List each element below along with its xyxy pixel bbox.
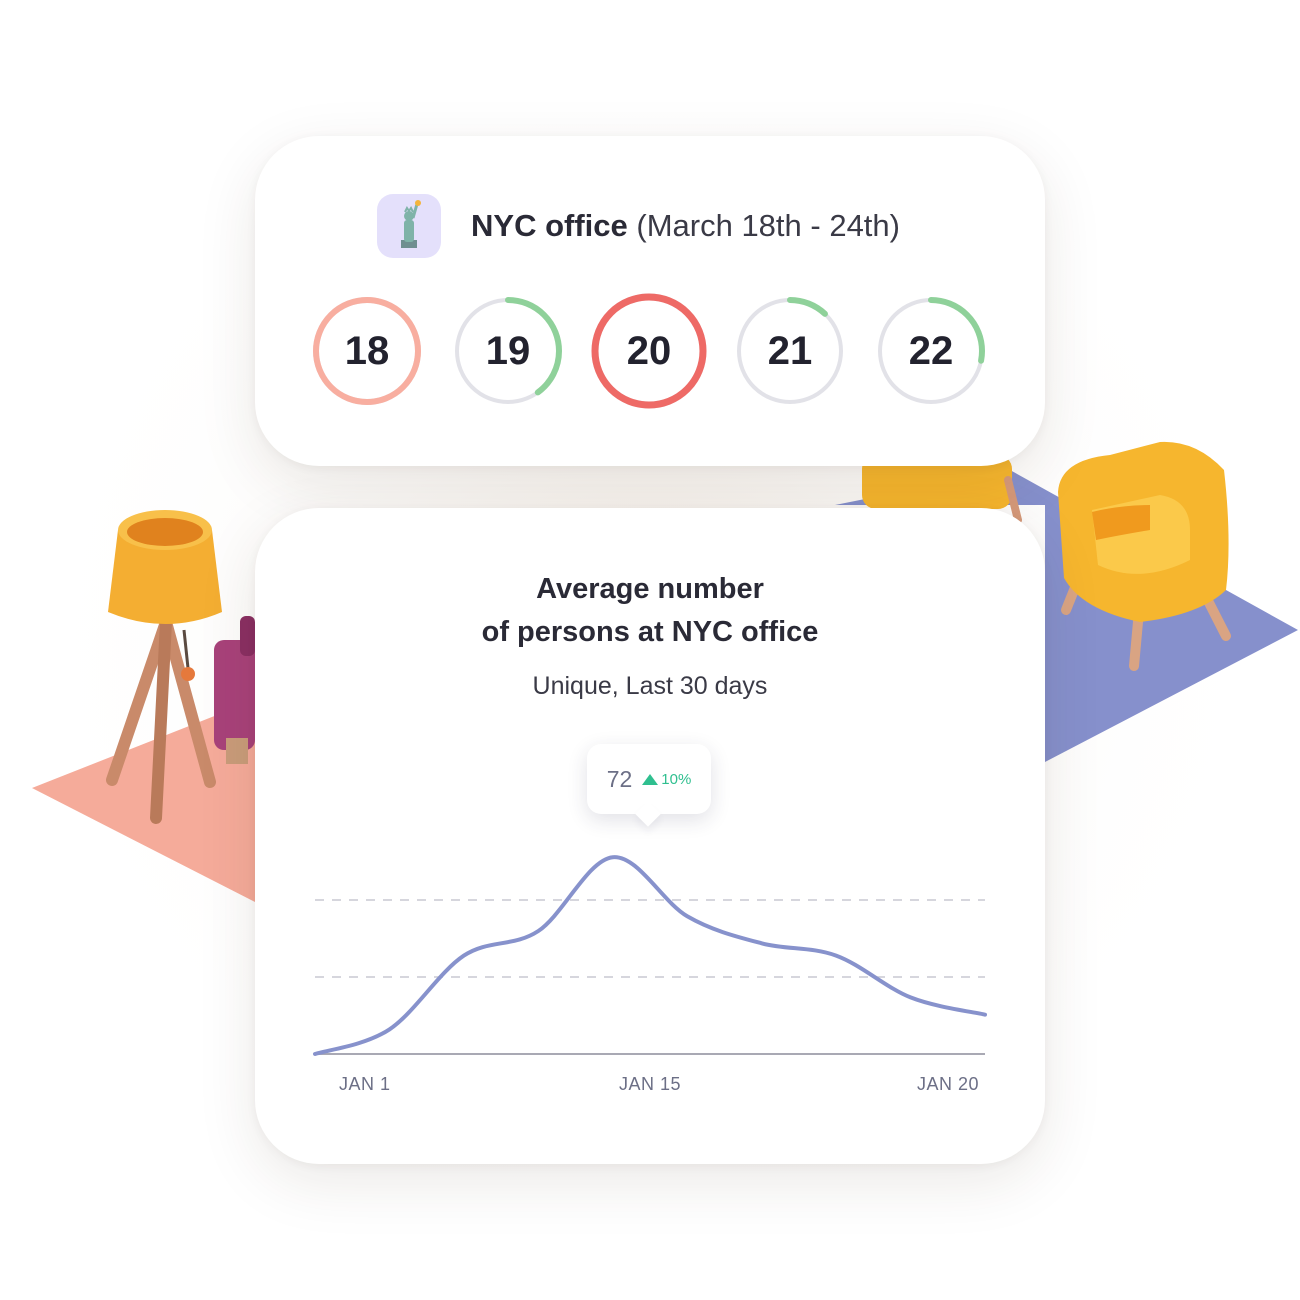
- day-number: 22: [908, 329, 954, 373]
- day-number: 18: [344, 329, 390, 373]
- date-range: (March 18th - 24th): [636, 208, 900, 243]
- office-name: NYC office: [471, 208, 628, 243]
- day-ring-21[interactable]: 21: [730, 291, 850, 411]
- x-tick-label: JAN 15: [619, 1074, 682, 1094]
- arrow-up-icon: [642, 773, 659, 785]
- day-ring-20[interactable]: 20: [589, 291, 709, 411]
- day-ring-19[interactable]: 19: [448, 291, 568, 411]
- day-number: 20: [626, 329, 672, 373]
- tooltip-value: 72: [606, 765, 633, 792]
- statue-of-liberty-icon: [377, 194, 441, 258]
- tooltip-change: 10%: [642, 771, 691, 788]
- day-ring-22[interactable]: 22: [871, 291, 991, 411]
- line-chart: [313, 855, 987, 1056]
- x-tick-label: JAN 20: [917, 1074, 980, 1094]
- value-tooltip: 72 10%: [587, 744, 711, 814]
- office-heading: NYC office (March 18th - 24th): [471, 206, 900, 246]
- x-tick-label: JAN 1: [339, 1074, 391, 1094]
- day-number: 19: [485, 329, 531, 373]
- tooltip-change-percent: 10%: [661, 770, 692, 788]
- attendance-chart-card: Average number of persons at NYC office …: [255, 508, 1045, 1164]
- day-ring-18[interactable]: 18: [307, 291, 427, 411]
- office-week-card: NYC office (March 18th - 24th) 18 19 20 …: [255, 136, 1045, 466]
- series-line: [313, 855, 987, 1056]
- day-number: 21: [767, 329, 813, 373]
